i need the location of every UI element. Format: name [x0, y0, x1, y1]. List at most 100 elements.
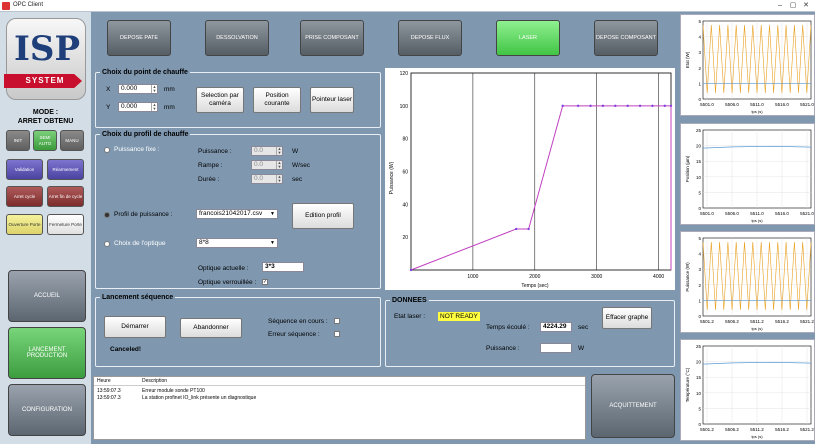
mini-x-label: tps (s) [751, 434, 763, 439]
edition-profil-button[interactable]: Edition profil [292, 203, 354, 229]
x-tick-label: 1000 [467, 274, 478, 280]
point-chauffe-group: Choix du point de chauffe X 0.000 ▲ ▼ mm Y… [95, 69, 381, 128]
mini-x-tick: 5501.0 [700, 211, 714, 216]
mini-x-tick: 5516.0 [775, 102, 789, 107]
mini-chart-svg: 0123455501.2 5506.2 5511.2 5516.2 5521.2tps … [685, 236, 814, 331]
mini-chart-svg: 05101520255501.0 5506.0 5511.0 5516.0 5521.0… [685, 128, 814, 223]
duree-unit: sec [292, 176, 303, 183]
mini-chart-position: 0 5 10 15 20 25 5501.0 5506.0 5511.0 5516.0 5521.0… [680, 123, 815, 225]
fermeture-porte-button[interactable]: Fermeture Porte [47, 214, 84, 235]
mini-y-tick: 4 [698, 35, 701, 40]
mini-chart-etat: 0 1 2 3 4 5 5501.0 5506.0 5511.0 5516.0 5521.0 tps … [680, 14, 815, 116]
mini-y-tick: 2 [698, 283, 701, 288]
station-depose-pate-button[interactable]: DEPOSE PATE [107, 20, 171, 56]
profil-puissance-select[interactable]: francois21042017.csv ▼ [196, 209, 278, 219]
arret-cycle-button[interactable]: Arret cycle [6, 186, 43, 207]
y-tick-label: 40 [402, 202, 408, 208]
nav-configuration[interactable]: CONFIGURATION [8, 384, 86, 436]
mini-x-label: tps (s) [751, 109, 763, 114]
optique-actuelle-label: Optique actuelle : [198, 265, 249, 272]
puissance-donnees-label: Puissance : [486, 345, 520, 352]
duree-input[interactable]: 0.0 ▲ ▼ [251, 174, 283, 184]
series-point [626, 104, 629, 108]
mini-x-tick: 5521.2 [800, 427, 814, 432]
mini-x-tick: 5506.0 [725, 211, 739, 216]
selection-camera-button[interactable]: Selection par caméra [196, 87, 244, 113]
validation-button[interactable]: Validation [6, 159, 43, 180]
mini-y-label: Etat (W) [685, 51, 690, 68]
pointeur-laser-button[interactable]: Pointeur laser [310, 87, 354, 113]
rearmement-button[interactable]: Réarmement [47, 159, 84, 180]
optique-verrouillee-label: Optique verrouillée : [198, 279, 257, 286]
puissance-fixe-radio[interactable] [104, 147, 110, 153]
log-col-heure: Heure [97, 378, 111, 384]
optique-value: 8*8 [199, 239, 209, 246]
semi-auto-button[interactable]: SEMI AUTO [33, 130, 57, 151]
mini-y-tick: 5 [698, 236, 701, 241]
donnees-group: DONNEES Etat laser : NOT READY Temps éco… [385, 297, 675, 367]
mini-x-label: tps (s) [751, 218, 763, 223]
x-unit: mm [164, 86, 175, 93]
rampe-spin-icon[interactable]: ▲ ▼ [276, 161, 282, 169]
series-point [601, 104, 605, 108]
y-value: 0.000 [121, 103, 138, 110]
acquittement-button[interactable]: ACQUITTEMENT [591, 374, 675, 438]
duree-label: Durée : [198, 176, 220, 183]
puissance-input[interactable]: 0.0 ▲ ▼ [251, 146, 283, 156]
arret-fin-cycle-button[interactable]: Arret fin de cycle [47, 186, 84, 207]
manu-button[interactable]: MANU [60, 130, 84, 151]
station-prise-composant-button[interactable]: PRISE COMPOSANT [300, 20, 364, 56]
x-tick-label: 4000 [653, 274, 664, 280]
maximize-icon[interactable]: ▢ [788, 1, 798, 10]
temps-ecoule-field: 4224.29 [540, 322, 572, 332]
station-laser-button[interactable]: LASER [496, 20, 560, 56]
y-spin-icon[interactable]: ▲ ▼ [151, 103, 157, 111]
x-spin-icon[interactable]: ▲ ▼ [151, 85, 157, 93]
mini-x-tick: 5501.2 [700, 427, 714, 432]
title-bar: OPC Client – ▢ ✕ [0, 0, 815, 12]
y-input[interactable]: 0.000 ▲ ▼ [118, 102, 158, 112]
station-depose-composant-button[interactable]: DEPOSE COMPOSANT [594, 20, 658, 56]
chart-grid [472, 73, 659, 270]
mini-x-tick: 5501.0 [700, 102, 714, 107]
effacer-graphe-button[interactable]: Effacer graphe [602, 307, 652, 329]
chart-x-label: Temps (sec) [521, 283, 549, 289]
mini-x-tick: 5521.0 [800, 211, 814, 216]
station-dessolvation-button[interactable]: DESSOLVATION [205, 20, 269, 56]
choix-optique-radio[interactable] [104, 241, 110, 247]
duree-spin-icon[interactable]: ▲ ▼ [276, 175, 282, 183]
nav-accueil[interactable]: ACCUEIL [8, 270, 86, 322]
series-point [515, 227, 518, 231]
rampe-value: 0.0 [254, 161, 264, 168]
mini-chart-temperature: 0 5 10 15 20 25 5501.2 5506.2 5511.2 5516.2 5521.2… [680, 339, 815, 441]
rampe-input[interactable]: 0.0 ▲ ▼ [251, 160, 283, 170]
chevron-down-icon: ▼ [270, 240, 275, 246]
event-log[interactable]: Heure Description 13:59:07.3 Erreur modu… [93, 376, 586, 440]
lancement-sequence-title: Lancement séquence [100, 294, 176, 301]
init-button[interactable]: INIT [6, 130, 30, 151]
profil-puissance-radio[interactable] [104, 212, 110, 218]
optique-select[interactable]: 8*8 ▼ [196, 238, 278, 248]
minimize-icon[interactable]: – [775, 1, 785, 10]
close-icon[interactable]: ✕ [801, 1, 811, 10]
mini-x-tick: 5501.2 [700, 319, 714, 324]
mini-y-tick: 10 [696, 175, 702, 180]
mini-y-tick: 10 [696, 391, 702, 396]
position-courante-button[interactable]: Position courante [253, 87, 301, 113]
x-label: X [106, 86, 111, 93]
demarrer-button[interactable]: Démarrer [104, 316, 166, 338]
x-tick-label: 2000 [529, 274, 540, 280]
station-depose-flux-button[interactable]: DEPOSE FLUX [398, 20, 462, 56]
chart-series [409, 104, 673, 272]
mini-y-label: Puissance (W) [685, 262, 690, 292]
sequence-en-cours-checkbox [334, 318, 340, 324]
nav-lancement-production[interactable]: LANCEMENT PRODUCTION [8, 327, 86, 379]
optique-verrouillee-checkbox[interactable]: ✓ [262, 279, 268, 285]
ouverture-porte-button[interactable]: Ouverture Porte [6, 214, 43, 235]
mini-y-tick: 3 [698, 267, 701, 272]
x-input[interactable]: 0.000 ▲ ▼ [118, 84, 158, 94]
series-point [663, 104, 667, 108]
abandonner-button[interactable]: Abandonner [180, 318, 242, 338]
mini-chart-puissance: 0 1 2 3 4 5 5501.2 5506.2 5511.2 5516.2 5521.2 tps … [680, 231, 815, 333]
puissance-spin-icon[interactable]: ▲ ▼ [276, 147, 282, 155]
